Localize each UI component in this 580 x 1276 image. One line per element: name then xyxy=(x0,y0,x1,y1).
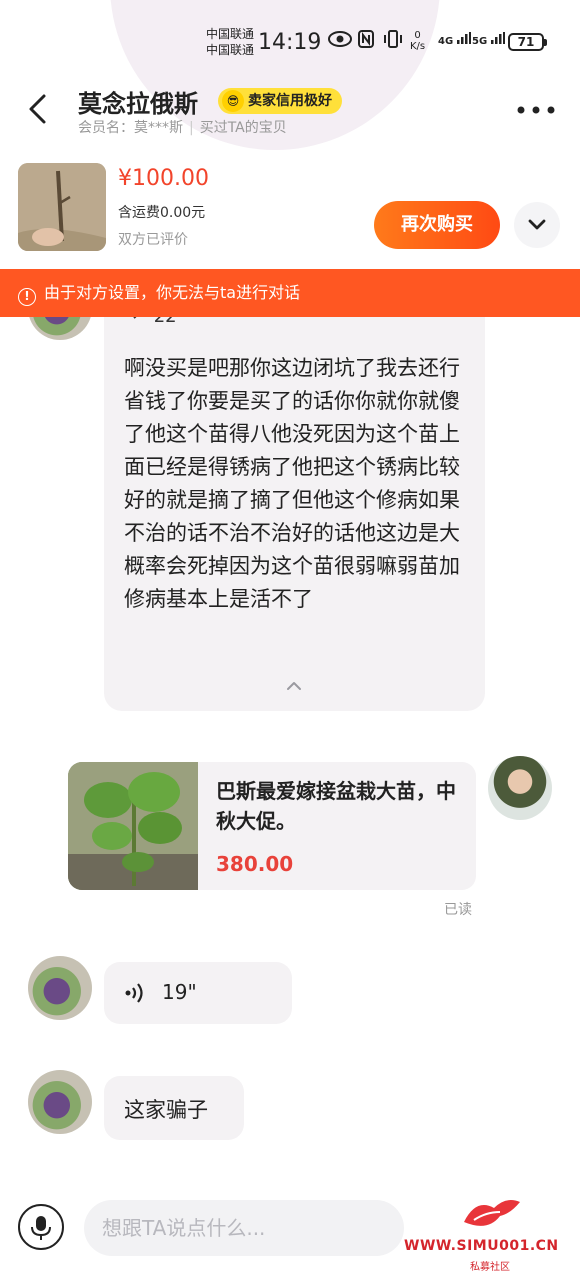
expand-button[interactable] xyxy=(514,202,560,248)
member-label: 会员名：莫***斯 xyxy=(78,120,183,136)
chevron-down-icon xyxy=(528,219,546,230)
more-button[interactable] xyxy=(516,96,562,124)
badge-label: 卖家信用极好 xyxy=(248,93,332,109)
seller-credit-badge: 😎 卖家信用极好 xyxy=(218,88,342,114)
signal-icon xyxy=(456,32,471,44)
bought-link[interactable]: 买过TA的宝贝 xyxy=(200,120,287,136)
product-share-card[interactable]: 巴斯最爱嫁接盆栽大苗，中秋大促。 380.00 xyxy=(68,762,476,890)
goods-title: 巴斯最爱嫁接盆栽大苗，中秋大促。 xyxy=(216,779,456,833)
text-message: 这家骗子 xyxy=(124,1098,208,1122)
shipping-fee: 含运费0.00元 xyxy=(118,205,206,221)
net-speed-value: 0 xyxy=(414,30,421,41)
microphone-icon xyxy=(31,1216,51,1240)
avatar[interactable] xyxy=(28,956,92,1020)
watermark-logo-icon xyxy=(464,1200,520,1226)
signal-4g: 4G xyxy=(438,32,471,47)
battery-indicator: 71 xyxy=(508,33,547,51)
network-label-2: 5G xyxy=(472,36,488,47)
warning-banner: ! 由于对方设置，你无法与ta进行对话 xyxy=(0,269,580,317)
status-bar: 中国联通 中国联通 14:19 0 K/s 4G 5G 71 xyxy=(0,0,580,64)
chevron-up-icon[interactable] xyxy=(284,680,304,692)
carrier-2: 中国联通 xyxy=(206,43,255,57)
net-speed-unit: K/s xyxy=(410,41,426,52)
warning-icon: ! xyxy=(18,288,36,306)
voice-duration: 19" xyxy=(162,980,197,1004)
fig-seedling-image xyxy=(68,762,198,890)
voice-input-button[interactable] xyxy=(18,1204,64,1250)
message-input[interactable] xyxy=(84,1200,404,1256)
voice-transcript-bubble[interactable]: 22" 啊没买是吧那你这边闭坑了我去还行省钱了你要是买了的话你你就你就傻了他这个… xyxy=(104,300,485,711)
carrier-1: 中国联通 xyxy=(206,27,255,41)
warning-text: 由于对方设置，你无法与ta进行对话 xyxy=(44,283,301,302)
my-avatar[interactable] xyxy=(488,756,552,820)
network-label-1: 4G xyxy=(438,36,454,47)
chevron-left-icon xyxy=(29,94,46,124)
goods-price: 380.00 xyxy=(216,852,294,876)
voice-message-bubble[interactable]: 19" xyxy=(104,962,292,1024)
watermark: WWW.SIMU001.CN 私募社区 xyxy=(402,1190,580,1276)
status-time: 14:19 xyxy=(258,30,322,55)
signal-5g: 5G xyxy=(472,32,505,47)
member-info: 会员名：莫***斯 | 买过TA的宝贝 xyxy=(78,117,287,137)
watermark-sub: 私募社区 xyxy=(470,1262,510,1273)
product-price: ¥100.00 xyxy=(118,166,209,191)
read-status: 已读 xyxy=(444,902,472,918)
buy-again-button[interactable]: 再次购买 xyxy=(374,201,500,249)
transcript-text: 啊没买是吧那你这边闭坑了我去还行省钱了你要是买了的话你你就你就傻了他这个苗得八他… xyxy=(124,356,460,611)
vibrate-icon xyxy=(382,30,404,53)
voice-wave-icon xyxy=(125,983,143,1003)
goods-image xyxy=(68,762,198,890)
plant-cutting-image xyxy=(18,163,106,251)
nfc-icon xyxy=(358,30,374,53)
product-thumbnail[interactable] xyxy=(18,163,106,251)
review-status: 双方已评价 xyxy=(118,232,188,248)
net-speed: 0 K/s xyxy=(410,30,425,52)
signal-icon-2 xyxy=(490,32,505,44)
watermark-url: WWW.SIMU001.CN xyxy=(404,1238,559,1254)
back-button[interactable] xyxy=(22,92,56,126)
chat-title: 莫念拉俄斯 xyxy=(78,90,198,118)
more-dots-icon xyxy=(517,106,555,114)
avatar[interactable] xyxy=(28,1070,92,1134)
text-message-bubble[interactable]: 这家骗子 xyxy=(104,1076,244,1140)
carrier-labels: 中国联通 中国联通 xyxy=(206,26,254,58)
divider: | xyxy=(189,120,194,136)
sunglasses-emoji-icon: 😎 xyxy=(222,90,244,112)
eye-icon xyxy=(328,30,352,53)
